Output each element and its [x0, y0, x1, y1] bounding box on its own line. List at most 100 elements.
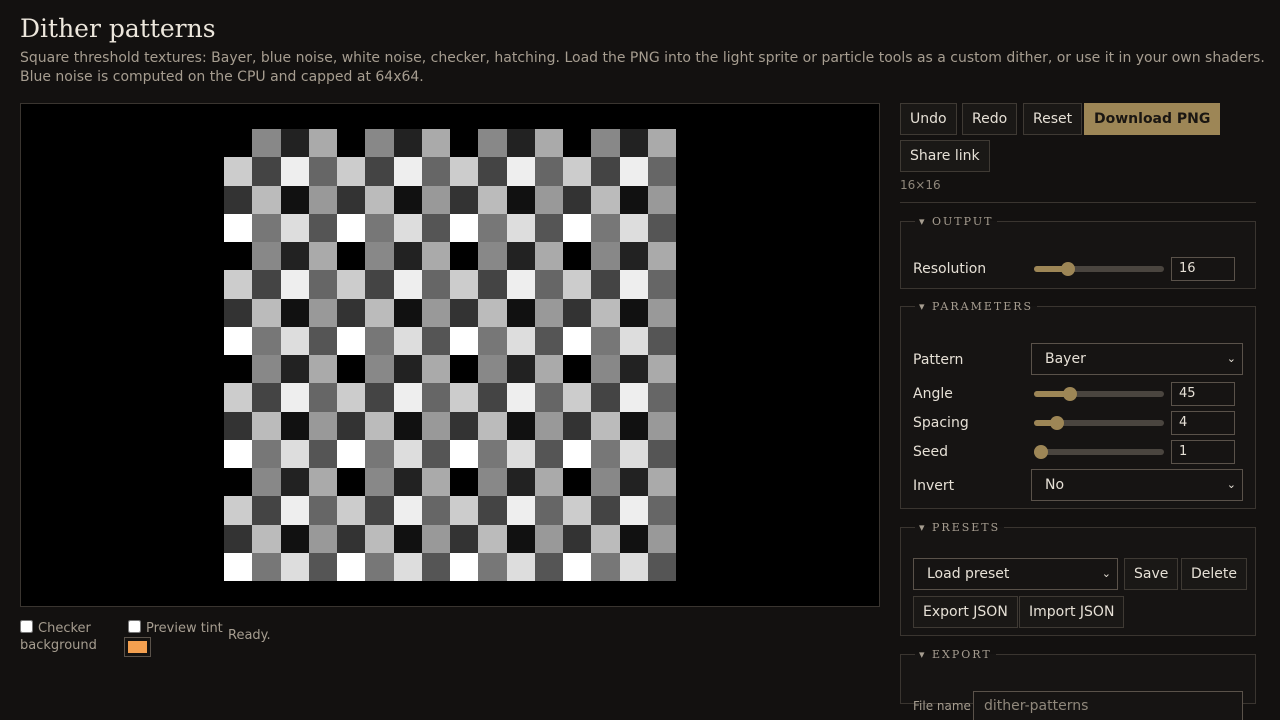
dither-cell — [478, 298, 507, 327]
export-legend[interactable]: ▾ EXPORT — [915, 648, 996, 661]
dither-cell — [563, 496, 592, 525]
dither-cell — [619, 552, 648, 581]
dither-cell — [393, 524, 422, 553]
dither-cell — [619, 383, 648, 412]
undo-button[interactable]: Undo — [900, 103, 957, 135]
dither-cell — [591, 129, 620, 158]
dither-cell — [252, 213, 281, 242]
dither-cell — [280, 326, 309, 355]
reset-button[interactable]: Reset — [1023, 103, 1083, 135]
dither-cell — [421, 129, 450, 158]
parameters-legend[interactable]: ▾ PARAMETERS — [915, 300, 1037, 313]
invert-select[interactable]: No ⌄ — [1031, 469, 1243, 501]
dither-cell — [591, 439, 620, 468]
dither-cell — [591, 383, 620, 412]
dither-cell — [506, 270, 535, 299]
save-preset-button[interactable]: Save — [1124, 558, 1179, 590]
dither-cell — [563, 185, 592, 214]
dither-cell — [224, 213, 253, 242]
file-name-label: File name — [913, 699, 971, 713]
dither-cell — [563, 383, 592, 412]
delete-preset-button[interactable]: Delete — [1181, 558, 1247, 590]
angle-slider[interactable] — [1034, 387, 1164, 401]
resolution-input[interactable]: 16 — [1171, 257, 1235, 281]
dither-cell — [337, 326, 366, 355]
dither-cell — [450, 439, 479, 468]
import-json-button[interactable]: Import JSON — [1019, 596, 1125, 628]
dither-cell — [421, 468, 450, 497]
dither-cell — [280, 242, 309, 271]
dither-cell — [478, 157, 507, 186]
seed-input[interactable]: 1 — [1171, 440, 1235, 464]
pattern-select[interactable]: Bayer ⌄ — [1031, 343, 1243, 375]
dither-cell — [308, 355, 337, 384]
output-legend[interactable]: ▾ OUTPUT — [915, 215, 997, 228]
dither-cell — [647, 439, 676, 468]
pattern-select-value: Bayer — [1045, 351, 1086, 367]
dither-cell — [619, 129, 648, 158]
dither-cell — [563, 129, 592, 158]
preview-canvas[interactable] — [20, 103, 880, 607]
angle-input[interactable]: 45 — [1171, 382, 1235, 406]
dither-cell — [450, 383, 479, 412]
dither-cell — [252, 326, 281, 355]
dither-cell — [563, 213, 592, 242]
share-link-button[interactable]: Share link — [900, 140, 990, 172]
presets-section: ▾ PRESETS Load preset ⌄ Save Delete Expo… — [900, 521, 1256, 636]
dither-cell — [337, 411, 366, 440]
dither-cell — [421, 270, 450, 299]
dither-cell — [337, 468, 366, 497]
file-name-input[interactable]: dither-patterns — [973, 691, 1243, 720]
dither-cell — [365, 524, 394, 553]
load-preset-select[interactable]: Load preset ⌄ — [913, 558, 1118, 590]
dither-cell — [647, 468, 676, 497]
dither-cell — [280, 468, 309, 497]
slider-thumb[interactable] — [1063, 387, 1078, 401]
dither-cell — [450, 129, 479, 158]
preview-tint-option[interactable]: Preview tint — [128, 620, 223, 637]
dither-cell — [252, 129, 281, 158]
dither-cell — [563, 157, 592, 186]
slider-thumb[interactable] — [1060, 262, 1075, 276]
checker-background-checkbox[interactable] — [20, 620, 33, 633]
dither-cell — [365, 468, 394, 497]
dither-cell — [450, 552, 479, 581]
dither-cell — [506, 439, 535, 468]
dither-cell — [308, 185, 337, 214]
dither-cell — [224, 242, 253, 271]
seed-slider[interactable] — [1034, 445, 1164, 459]
dither-cell — [619, 185, 648, 214]
dither-texture — [224, 129, 676, 581]
dither-cell — [337, 439, 366, 468]
spacing-slider[interactable] — [1034, 416, 1164, 430]
dither-cell — [224, 270, 253, 299]
dither-cell — [534, 213, 563, 242]
presets-legend[interactable]: ▾ PRESETS — [915, 521, 1004, 534]
redo-button[interactable]: Redo — [962, 103, 1018, 135]
dither-cell — [393, 326, 422, 355]
dither-cell — [393, 185, 422, 214]
dither-cell — [619, 524, 648, 553]
dither-cell — [252, 185, 281, 214]
preview-tint-checkbox[interactable] — [128, 620, 141, 633]
dither-cell — [224, 355, 253, 384]
spacing-input[interactable]: 4 — [1171, 411, 1235, 435]
dither-cell — [450, 242, 479, 271]
dither-cell — [478, 185, 507, 214]
dither-cell — [563, 439, 592, 468]
export-json-button[interactable]: Export JSON — [913, 596, 1018, 628]
dither-cell — [308, 383, 337, 412]
checker-background-option[interactable]: Checker background — [20, 620, 116, 654]
download-png-button[interactable]: Download PNG — [1084, 103, 1221, 135]
dither-cell — [534, 242, 563, 271]
slider-thumb[interactable] — [1034, 445, 1048, 459]
preview-tint-label: Preview tint — [146, 621, 223, 636]
dither-cell — [478, 439, 507, 468]
tint-color-picker[interactable] — [124, 637, 151, 657]
resolution-slider[interactable] — [1034, 262, 1164, 276]
slider-thumb[interactable] — [1050, 416, 1065, 430]
dither-cell — [393, 213, 422, 242]
dither-cell — [421, 185, 450, 214]
dither-cell — [619, 213, 648, 242]
export-section: ▾ EXPORT File name dither-patterns — [900, 648, 1256, 720]
